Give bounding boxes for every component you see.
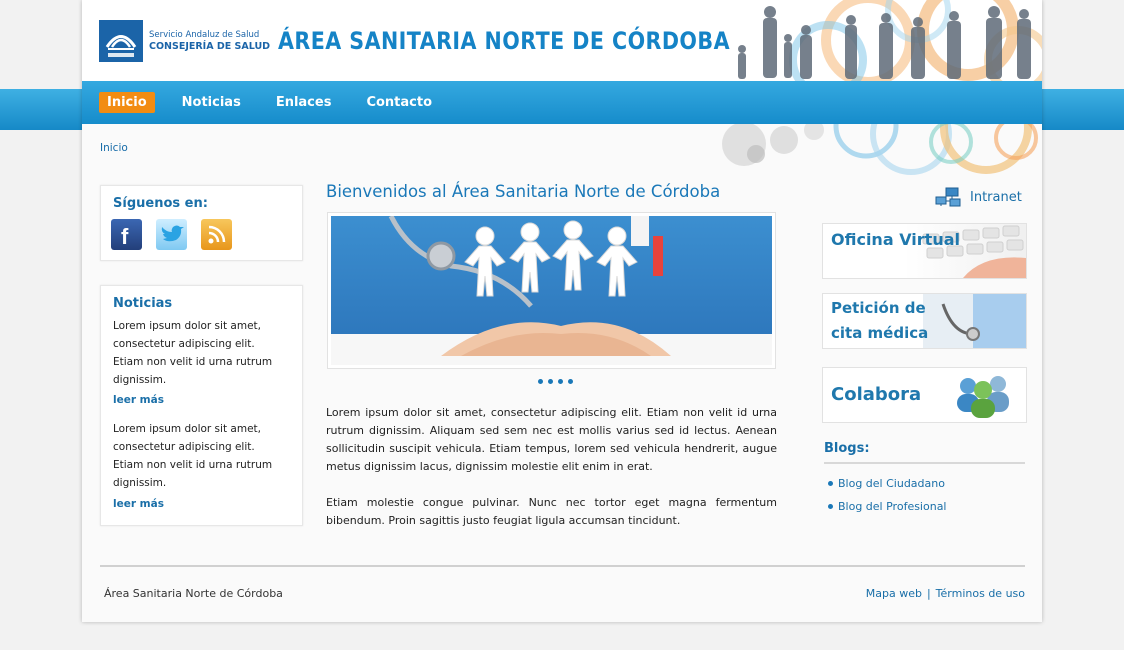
rss-icon[interactable] — [201, 219, 232, 250]
decorative-bubbles — [722, 124, 1038, 175]
svg-text:f: f — [121, 224, 129, 249]
nav-item-contacto[interactable]: Contacto — [358, 92, 440, 113]
news-item: Lorem ipsum dolor sit amet, consectetur … — [113, 420, 283, 513]
read-more-link[interactable]: leer más — [113, 391, 283, 409]
twitter-icon[interactable] — [156, 219, 187, 250]
banner-cita-medica[interactable]: Petición de cita médica — [822, 293, 1027, 349]
banner-label: Petición de — [831, 299, 926, 317]
social-title: Síguenos en: — [113, 196, 208, 211]
facebook-icon[interactable]: f — [111, 219, 142, 250]
news-item: Lorem ipsum dolor sit amet, consectetur … — [113, 317, 283, 409]
banner-oficina-virtual[interactable]: Oficina Virtual — [822, 223, 1027, 279]
blog-link-ciudadano[interactable]: Blog del Ciudadano — [828, 477, 945, 490]
news-box: Noticias Lorem ipsum dolor sit amet, con… — [100, 285, 303, 526]
footer-site-name: Área Sanitaria Norte de Córdoba — [104, 587, 283, 600]
footer-link-mapa-web[interactable]: Mapa web — [866, 587, 922, 600]
breadcrumb[interactable]: Inicio — [100, 142, 128, 154]
site-title: ÁREA SANITARIA NORTE DE CÓRDOBA — [278, 27, 730, 55]
footer-separator: | — [926, 587, 931, 600]
bullet-icon — [828, 481, 833, 486]
logo-line1: Servicio Andaluz de Salud — [149, 30, 260, 40]
slider-dot[interactable] — [538, 379, 543, 384]
blogs-title: Blogs: — [824, 441, 870, 456]
news-item-text: Lorem ipsum dolor sit amet, consectetur … — [113, 320, 273, 386]
news-title: Noticias — [113, 296, 173, 311]
banner-label: Oficina Virtual — [831, 230, 960, 249]
banner-label: cita médica — [831, 324, 929, 342]
footer-links: Mapa web | Términos de uso — [866, 587, 1025, 600]
people-silhouettes-illustration — [738, 0, 1042, 81]
nav-item-inicio[interactable]: Inicio — [99, 92, 155, 113]
intro-paragraph: Lorem ipsum dolor sit amet, consectetur … — [326, 406, 777, 473]
intranet-label: Intranet — [970, 189, 1022, 205]
header: Servicio Andaluz de Salud CONSEJERÍA DE … — [82, 0, 1042, 81]
slider-dot[interactable] — [548, 379, 553, 384]
nav-item-enlaces[interactable]: Enlaces — [268, 92, 340, 113]
image-slider[interactable] — [327, 212, 776, 369]
network-icon — [935, 187, 961, 207]
slider-dot[interactable] — [568, 379, 573, 384]
page-container: Servicio Andaluz de Salud CONSEJERÍA DE … — [82, 0, 1042, 622]
banner-label: Colabora — [831, 384, 922, 405]
slider-dots — [538, 379, 578, 384]
junta-andalucia-logo-icon — [99, 20, 143, 62]
footer-divider — [100, 565, 1025, 567]
slider-dot[interactable] — [558, 379, 563, 384]
divider — [824, 462, 1025, 464]
second-paragraph: Etiam molestie congue pulvinar. Nunc nec… — [326, 496, 777, 527]
bullet-icon — [828, 504, 833, 509]
welcome-heading: Bienvenidos al Área Sanitaria Norte de C… — [326, 182, 721, 201]
blog-label: Blog del Ciudadano — [838, 477, 945, 490]
footer-link-terminos[interactable]: Términos de uso — [936, 587, 1025, 600]
slider-image — [331, 214, 772, 365]
news-item-text: Lorem ipsum dolor sit amet, consectetur … — [113, 423, 273, 489]
intranet-link[interactable]: Intranet — [934, 187, 1022, 207]
logo[interactable]: Servicio Andaluz de Salud CONSEJERÍA DE … — [99, 20, 270, 62]
blog-link-profesional[interactable]: Blog del Profesional — [828, 500, 947, 513]
main-nav: Inicio Noticias Enlaces Contacto — [82, 81, 1042, 124]
social-box: Síguenos en: f — [100, 185, 303, 261]
read-more-link[interactable]: leer más — [113, 495, 283, 513]
banner-colabora[interactable]: Colabora — [822, 367, 1027, 423]
logo-line2: CONSEJERÍA DE SALUD — [149, 41, 271, 52]
blog-label: Blog del Profesional — [838, 500, 947, 513]
nav-item-noticias[interactable]: Noticias — [174, 92, 249, 113]
